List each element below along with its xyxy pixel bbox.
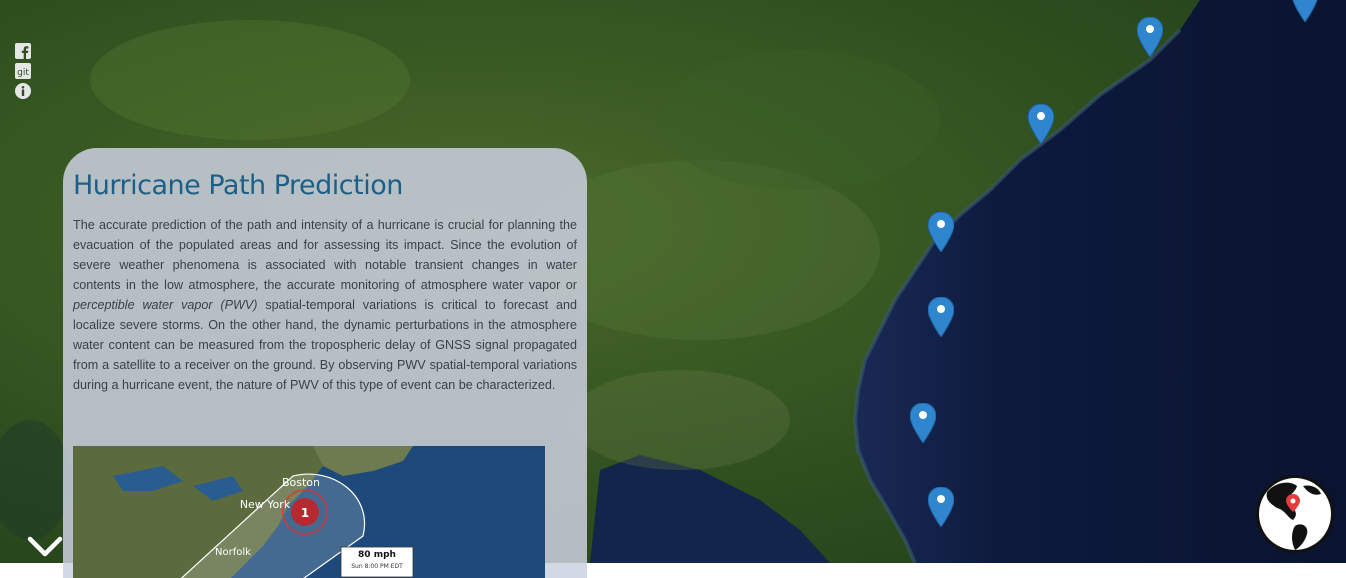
social-links: git [15, 43, 33, 103]
svg-text:Sun 8:00 PM EDT: Sun 8:00 PM EDT [351, 563, 403, 570]
svg-text:git: git [17, 68, 29, 78]
map-marker[interactable] [910, 403, 936, 443]
map-marker[interactable] [1292, 0, 1318, 22]
svg-text:New York: New York [240, 498, 291, 511]
map-marker[interactable] [1137, 17, 1163, 57]
map-marker[interactable] [928, 212, 954, 252]
chevron-down-icon[interactable] [27, 534, 63, 558]
svg-text:1: 1 [301, 506, 309, 520]
description-emphasis: perceptible water vapor (PWV) [73, 298, 258, 312]
page-title: Hurricane Path Prediction [73, 170, 403, 201]
globe-icon[interactable] [1255, 474, 1335, 554]
hurricane-forecast-image: 1 Boston New York Norfolk 80 mph Sun 8:0… [73, 446, 545, 578]
description-text: spatial-temporal variations is critical … [73, 298, 577, 392]
svg-text:Boston: Boston [282, 476, 320, 489]
map-marker[interactable] [928, 297, 954, 337]
map-marker[interactable] [1028, 104, 1054, 144]
map-marker[interactable] [928, 487, 954, 527]
panel-description: The accurate prediction of the path and … [73, 215, 577, 395]
svg-text:80 mph: 80 mph [358, 550, 396, 560]
info-panel: Hurricane Path Prediction The accurate p… [63, 148, 587, 578]
info-icon[interactable] [15, 83, 31, 99]
svg-text:Norfolk: Norfolk [215, 547, 251, 558]
facebook-icon[interactable] [15, 43, 31, 59]
description-text: The accurate prediction of the path and … [73, 218, 577, 292]
git-icon[interactable]: git [15, 63, 31, 79]
